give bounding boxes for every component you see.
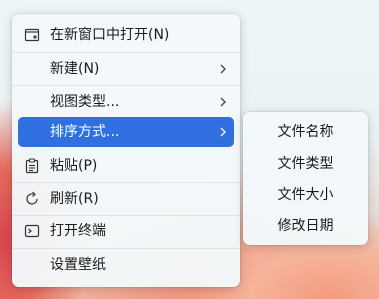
menu-item-open-in-new-window[interactable]: 在新窗口中打开(N) bbox=[18, 20, 234, 50]
menu-item-open-terminal[interactable]: 打开终端 bbox=[18, 216, 234, 246]
menu-item-refresh[interactable]: 刷新(R) bbox=[18, 184, 234, 214]
menu-item-label: 刷新(R) bbox=[50, 191, 99, 207]
menu-item-label: 打开终端 bbox=[50, 223, 106, 239]
refresh-icon bbox=[24, 191, 40, 207]
clipboard-icon bbox=[24, 158, 40, 174]
submenu-item-file-name[interactable]: 文件名称 bbox=[243, 116, 368, 148]
menu-item-label: 设置壁纸 bbox=[50, 257, 106, 273]
menu-separator bbox=[12, 248, 240, 249]
new-window-icon bbox=[24, 27, 40, 43]
menu-item-label: 排序方式... bbox=[50, 124, 120, 140]
context-menu: 在新窗口中打开(N) 新建(N) 视图类型... 排序方式... 粘贴(P) 刷… bbox=[12, 14, 240, 287]
submenu-item-file-size[interactable]: 文件大小 bbox=[243, 179, 368, 211]
menu-item-label: 视图类型... bbox=[50, 94, 120, 110]
terminal-icon bbox=[24, 223, 40, 239]
chevron-right-icon bbox=[216, 62, 230, 76]
menu-item-label: 粘贴(P) bbox=[50, 158, 98, 174]
menu-separator bbox=[12, 52, 240, 53]
menu-item-set-wallpaper[interactable]: 设置壁纸 bbox=[18, 250, 234, 280]
menu-item-view-type[interactable]: 视图类型... bbox=[18, 87, 234, 117]
menu-item-sort-by[interactable]: 排序方式... bbox=[18, 117, 234, 147]
chevron-right-icon bbox=[216, 125, 230, 139]
chevron-right-icon bbox=[216, 95, 230, 109]
menu-separator bbox=[12, 182, 240, 183]
submenu-item-modified-date[interactable]: 修改日期 bbox=[243, 210, 368, 242]
menu-item-new[interactable]: 新建(N) bbox=[18, 54, 234, 84]
sort-submenu: 文件名称 文件类型 文件大小 修改日期 bbox=[243, 112, 368, 245]
menu-item-label: 在新窗口中打开(N) bbox=[50, 27, 170, 43]
menu-separator bbox=[12, 85, 240, 86]
desktop-wallpaper[interactable]: 在新窗口中打开(N) 新建(N) 视图类型... 排序方式... 粘贴(P) 刷… bbox=[0, 0, 379, 299]
submenu-item-file-type[interactable]: 文件类型 bbox=[243, 148, 368, 180]
menu-item-label: 新建(N) bbox=[50, 61, 100, 77]
menu-item-paste[interactable]: 粘贴(P) bbox=[18, 151, 234, 181]
